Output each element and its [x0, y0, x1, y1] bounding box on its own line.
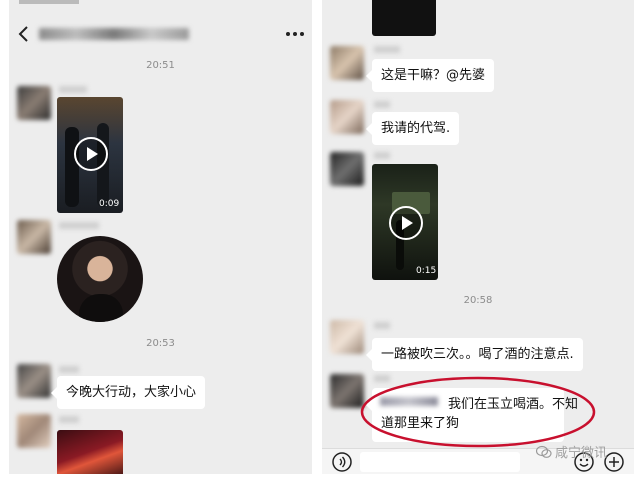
avatar[interactable] — [17, 86, 51, 120]
highlight-ellipse — [360, 376, 596, 448]
video-scene — [65, 127, 79, 207]
play-icon[interactable] — [389, 206, 423, 240]
video-message[interactable]: 0:09 — [57, 97, 123, 213]
sender-name — [374, 322, 390, 329]
avatar[interactable] — [330, 152, 364, 186]
voice-icon[interactable] — [332, 452, 352, 472]
image-message[interactable] — [57, 236, 143, 322]
redacted-block — [372, 0, 436, 36]
avatar[interactable] — [330, 320, 364, 354]
message-bubble[interactable]: 我请的代驾. — [365, 112, 460, 145]
message-bubble[interactable]: 这是干嘛？@先婆 — [365, 59, 495, 92]
video-duration: 0:15 — [416, 266, 437, 276]
watermark-text: 咸宁微讯 — [555, 446, 608, 461]
status-bar-blurred — [19, 0, 79, 4]
left-chat-screenshot: 20:51 0:09 20:53 今晚大行动，大家小心 — [9, 0, 312, 474]
wechat-logo-icon — [536, 445, 552, 458]
chevron-left-icon[interactable] — [17, 25, 31, 43]
sender-name — [374, 46, 400, 53]
watermark: 咸宁微讯 — [536, 442, 607, 461]
video-message[interactable]: 0:15 — [372, 164, 438, 280]
avatar[interactable] — [17, 220, 51, 254]
sender-name — [59, 86, 87, 93]
play-icon[interactable] — [74, 137, 108, 171]
avatar[interactable] — [17, 414, 51, 448]
timestamp: 20:58 — [463, 295, 493, 306]
right-chat-screenshot: 这是干嘛？@先婆 我请的代驾. 0:15 20:58 一路被吹三次。。喝了酒的注… — [322, 0, 634, 474]
sender-name — [59, 366, 79, 373]
chat-title-blurred — [39, 28, 189, 40]
chat-header — [9, 0, 312, 60]
avatar[interactable] — [330, 100, 364, 134]
image-message[interactable] — [57, 430, 123, 474]
more-dots-icon[interactable] — [285, 30, 305, 38]
sender-name — [374, 152, 390, 159]
avatar[interactable] — [17, 364, 51, 398]
sender-name — [59, 416, 79, 423]
avatar[interactable] — [330, 46, 364, 80]
message-bubble[interactable]: 今晚大行动，大家小心 — [50, 376, 206, 409]
sender-name — [374, 101, 390, 108]
image-content — [79, 294, 123, 322]
message-bubble[interactable]: 一路被吹三次。。喝了酒的注意点. — [366, 338, 583, 371]
timestamp: 20:51 — [146, 60, 175, 71]
video-duration: 0:09 — [99, 199, 120, 209]
sender-name — [59, 222, 99, 229]
message-input[interactable] — [360, 452, 520, 472]
timestamp: 20:53 — [146, 338, 175, 349]
